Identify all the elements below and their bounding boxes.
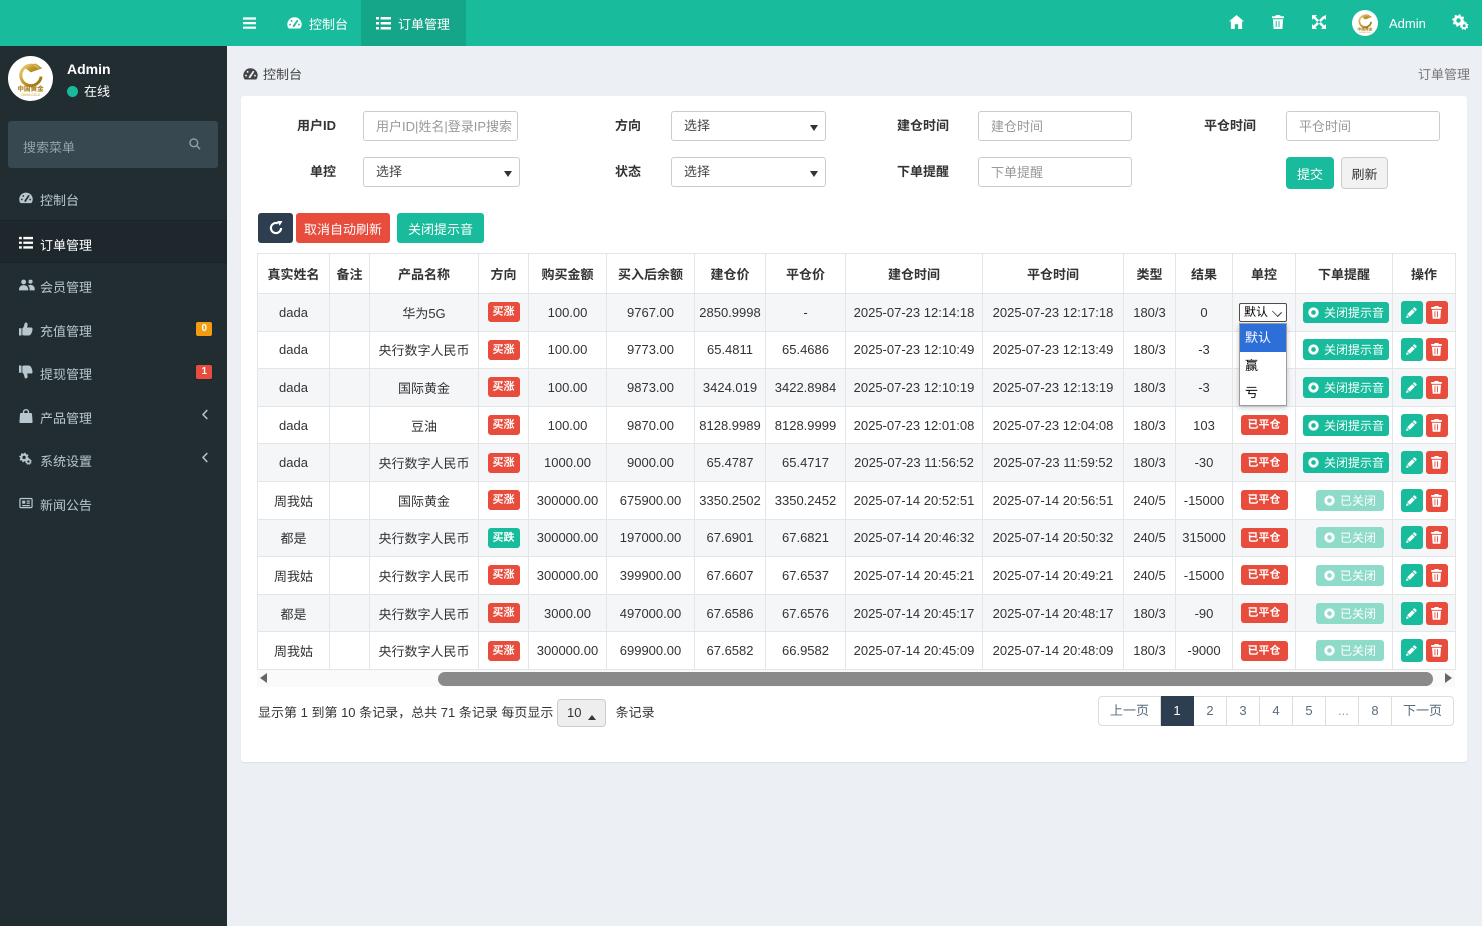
svg-text:CHINA GOLD: CHINA GOLD: [21, 93, 41, 97]
svg-text:中国黄金: 中国黄金: [1357, 26, 1372, 32]
svg-text:CHINA GOLD: CHINA GOLD: [1359, 31, 1371, 34]
svg-text:中国黄金: 中国黄金: [17, 83, 44, 93]
